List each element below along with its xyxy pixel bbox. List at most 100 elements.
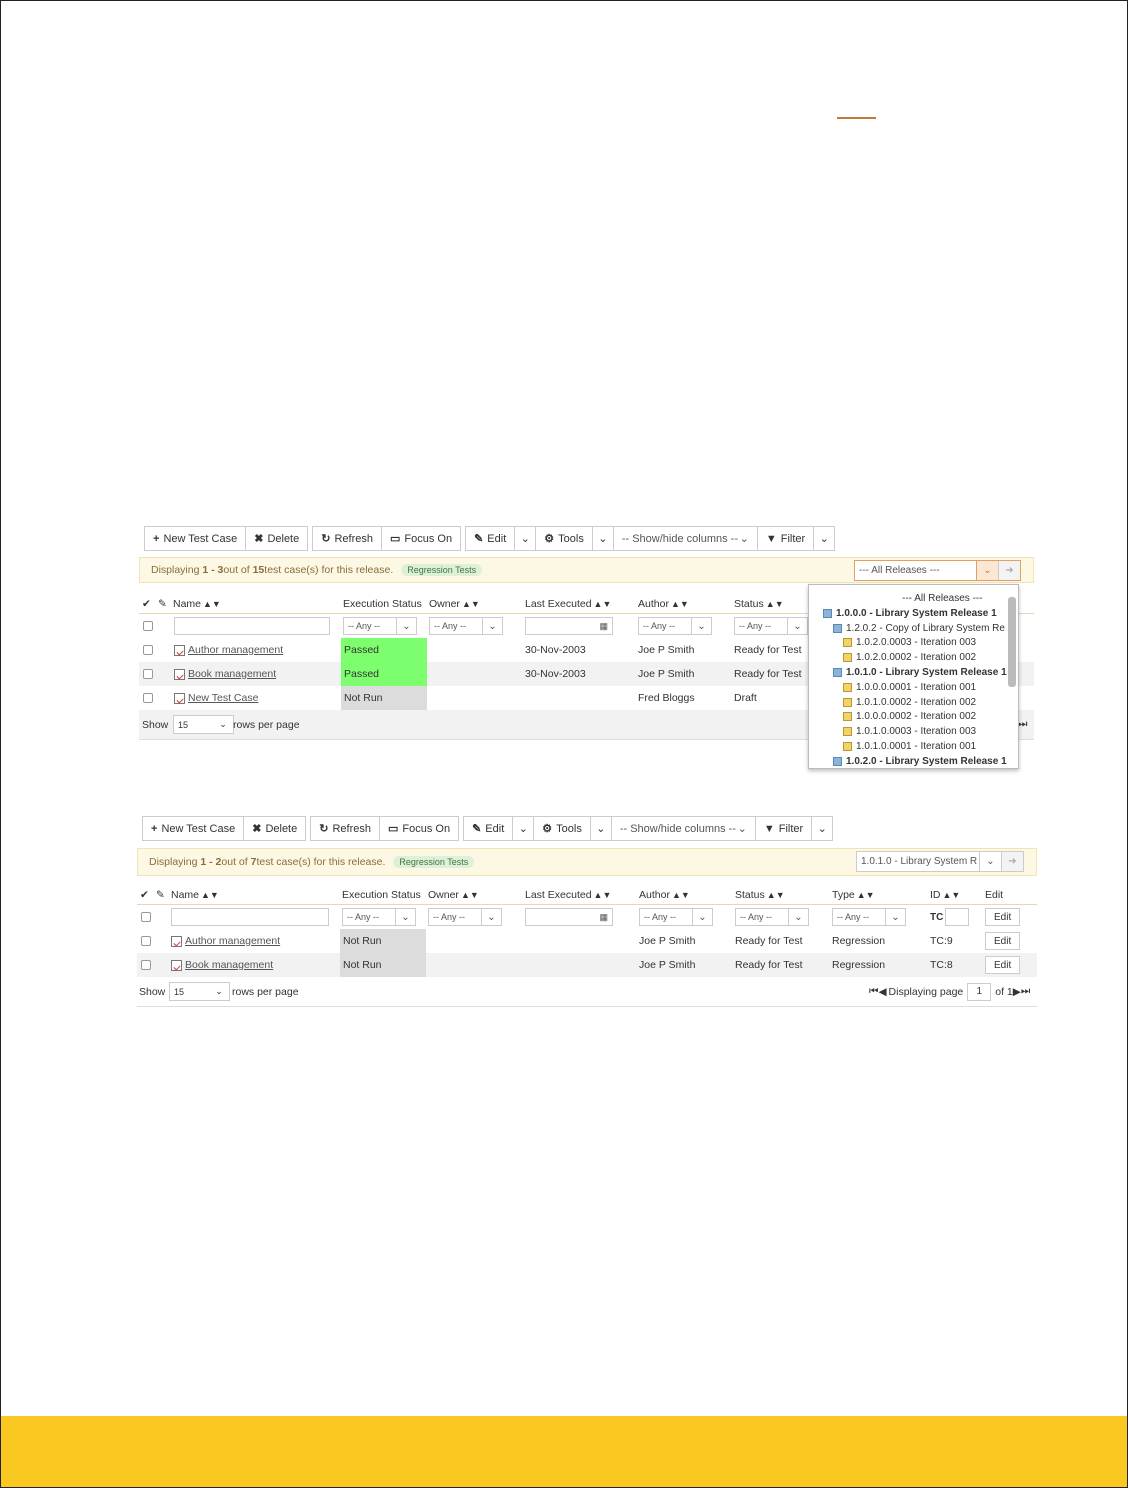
release-option[interactable]: 1.0.1.0.0001 - Iteration 001	[843, 739, 976, 754]
release-option[interactable]: 1.0.1.0.0003 - Iteration 003	[843, 724, 976, 739]
tools-menu-caret[interactable]: ⌄	[589, 816, 612, 841]
calendar-icon[interactable]: ▦	[599, 912, 608, 923]
refresh-button[interactable]: ↻ Refresh	[312, 526, 382, 551]
name-filter-input[interactable]	[174, 617, 330, 635]
status-filter[interactable]: -- Any -- ⌄	[734, 617, 808, 635]
edit-menu-caret[interactable]: ⌄	[512, 816, 535, 841]
column-author[interactable]: Author ▲▼	[639, 885, 690, 904]
author-filter[interactable]: -- Any -- ⌄	[639, 908, 713, 926]
sort-icon[interactable]: ▲▼	[766, 599, 784, 609]
release-option[interactable]: --- All Releases ---	[902, 591, 983, 606]
release-option[interactable]: 1.2.0.2 - Copy of Library System Re	[833, 621, 1005, 636]
row-checkbox[interactable]	[141, 960, 151, 970]
release-option[interactable]: 1.0.1.0 - Library System Release 1	[833, 665, 1007, 680]
test-case-link[interactable]: Author management	[174, 638, 283, 662]
last-page-icon[interactable]: ⏭	[1018, 710, 1027, 739]
test-case-link[interactable]: New Test Case	[174, 686, 258, 710]
filter-button[interactable]: ▼ Filter	[754, 816, 813, 841]
row-checkbox[interactable]	[143, 669, 153, 679]
release-dropdown-list[interactable]: --- All Releases --- 1.0.0.0 - Library Sy…	[808, 584, 1019, 769]
test-case-link[interactable]: Book management	[171, 953, 273, 977]
release-option[interactable]: 1.0.1.0.0002 - Iteration 002	[843, 695, 976, 710]
sort-icon[interactable]: ▲▼	[461, 890, 479, 900]
sort-icon[interactable]: ▲▼	[201, 890, 219, 900]
table-row[interactable]: Book management Not Run Joe P Smith Read…	[137, 953, 1037, 977]
column-execution-status[interactable]: Execution Status	[342, 885, 421, 904]
delete-button[interactable]: ✖ Delete	[243, 816, 307, 841]
column-id[interactable]: ID ▲▼	[930, 885, 960, 904]
sort-icon[interactable]: ▲▼	[671, 599, 689, 609]
focus-on-button[interactable]: ▭ Focus On	[378, 816, 460, 841]
column-type[interactable]: Type ▲▼	[832, 885, 875, 904]
filter-menu-caret[interactable]: ⌄	[813, 526, 836, 551]
filter-edit-button[interactable]: Edit	[985, 908, 1021, 926]
page-number-input[interactable]: 1	[967, 982, 992, 1001]
select-all-checkbox[interactable]	[141, 912, 151, 922]
row-checkbox[interactable]	[141, 936, 151, 946]
new-test-case-button[interactable]: + New Test Case	[142, 816, 245, 841]
execution-status-filter[interactable]: -- Any -- ⌄	[343, 617, 417, 635]
select-all-checkbox[interactable]	[143, 621, 153, 631]
filter-menu-caret[interactable]: ⌄	[811, 816, 834, 841]
column-name[interactable]: Name ▲▼	[173, 594, 221, 613]
release-option[interactable]: 1.0.0.0 - Library System Release 1	[823, 606, 997, 621]
edit-button[interactable]: ✎ Edit	[463, 816, 514, 841]
first-page-icon[interactable]: ⏮	[869, 985, 878, 998]
show-hide-columns-select[interactable]: -- Show/hide columns -- ⌄	[610, 816, 756, 841]
status-filter[interactable]: -- Any -- ⌄	[735, 908, 809, 926]
test-case-link[interactable]: Author management	[171, 929, 280, 953]
type-filter[interactable]: -- Any -- ⌄	[832, 908, 906, 926]
chevron-down-icon[interactable]: ⌄	[979, 852, 1001, 871]
owner-filter[interactable]: -- Any -- ⌄	[428, 908, 502, 926]
last-executed-filter[interactable]: ▦	[525, 617, 613, 635]
sort-icon[interactable]: ▲▼	[203, 599, 221, 609]
chevron-down-icon[interactable]: ⌄	[976, 561, 998, 580]
column-author[interactable]: Author ▲▼	[638, 594, 689, 613]
column-status[interactable]: Status ▲▼	[735, 885, 785, 904]
column-owner[interactable]: Owner ▲▼	[428, 885, 479, 904]
last-executed-filter[interactable]: ▦	[525, 908, 613, 926]
release-select[interactable]: 1.0.1.0 - Library System R ⌄ ➜	[856, 851, 1024, 872]
release-option[interactable]: 1.0.0.0.0002 - Iteration 002	[843, 709, 976, 724]
column-last-executed[interactable]: Last Executed ▲▼	[525, 594, 611, 613]
rows-per-page-select[interactable]: 15 ⌄	[169, 982, 230, 1001]
next-page-icon[interactable]: ▶	[1013, 986, 1021, 998]
release-select[interactable]: --- All Releases --- ⌄ ➜	[854, 560, 1021, 581]
arrow-right-icon[interactable]: ➜	[998, 561, 1020, 580]
arrow-right-icon[interactable]: ➜	[1001, 852, 1023, 871]
focus-on-button[interactable]: ▭ Focus On	[380, 526, 462, 551]
calendar-icon[interactable]: ▦	[599, 621, 608, 632]
row-edit-button[interactable]: Edit	[985, 932, 1021, 950]
test-case-link[interactable]: Book management	[174, 662, 276, 686]
column-owner[interactable]: Owner ▲▼	[429, 594, 480, 613]
owner-filter[interactable]: -- Any -- ⌄	[429, 617, 503, 635]
tools-button[interactable]: ⚙ Tools	[533, 816, 591, 841]
row-checkbox[interactable]	[143, 693, 153, 703]
column-execution-status[interactable]: Execution Status	[343, 594, 422, 613]
column-name[interactable]: Name ▲▼	[171, 885, 219, 904]
column-status[interactable]: Status ▲▼	[734, 594, 784, 613]
sort-icon[interactable]: ▲▼	[594, 890, 612, 900]
edit-button[interactable]: ✎ Edit	[465, 526, 516, 551]
delete-button[interactable]: ✖ Delete	[245, 526, 309, 551]
release-option[interactable]: 1.0.0.0.0001 - Iteration 001	[843, 680, 976, 695]
author-filter[interactable]: -- Any -- ⌄	[638, 617, 712, 635]
table-row[interactable]: Author management Not Run Joe P Smith Re…	[137, 929, 1037, 953]
id-filter-input[interactable]	[945, 908, 970, 926]
release-option[interactable]: 1.0.2.0.0002 - Iteration 002	[843, 650, 976, 665]
rows-per-page-select[interactable]: 15 ⌄	[173, 715, 234, 734]
filter-button[interactable]: ▼ Filter	[756, 526, 815, 551]
sort-icon[interactable]: ▲▼	[672, 890, 690, 900]
release-option[interactable]: 1.0.2.0.0003 - Iteration 003	[843, 635, 976, 650]
column-last-executed[interactable]: Last Executed ▲▼	[525, 885, 611, 904]
sort-icon[interactable]: ▲▼	[943, 890, 961, 900]
sort-icon[interactable]: ▲▼	[767, 890, 785, 900]
refresh-button[interactable]: ↻ Refresh	[310, 816, 380, 841]
sort-icon[interactable]: ▲▼	[462, 599, 480, 609]
dropdown-scrollbar[interactable]	[1008, 597, 1016, 687]
tools-menu-caret[interactable]: ⌄	[591, 526, 614, 551]
new-test-case-button[interactable]: + New Test Case	[144, 526, 247, 551]
last-page-icon[interactable]: ⏭	[1021, 985, 1030, 998]
edit-menu-caret[interactable]: ⌄	[514, 526, 537, 551]
sort-icon[interactable]: ▲▼	[594, 599, 612, 609]
